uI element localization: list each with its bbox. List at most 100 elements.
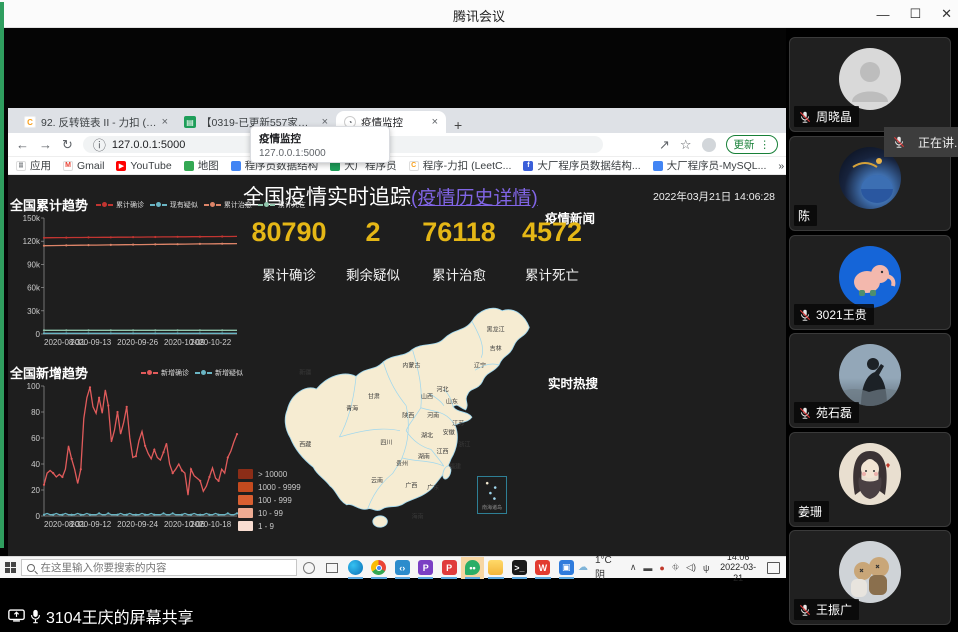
edge-icon[interactable]	[344, 557, 367, 579]
province-label: 贵州	[396, 459, 408, 468]
map-legend-item: 1 - 9	[238, 521, 301, 531]
bookmarks-bar: ⠿应用MGmail▶YouTube地图程序员数据结构大厂程序员C程序-力扣 (L…	[8, 157, 786, 175]
bookmark-doc-blue2[interactable]: 大厂程序员-MySQL...	[653, 158, 767, 173]
svg-text:2020-09-24: 2020-09-24	[117, 520, 158, 529]
youtube-icon: ▶	[116, 161, 126, 171]
legend-item[interactable]: 现有疑似	[150, 200, 198, 210]
bookmark-leetcode[interactable]: C程序-力扣 (LeetC...	[409, 158, 512, 173]
shared-screen-stage: C 92. 反转链表 II - 力扣 (LeetCod × ▤ 【0319-已更…	[0, 28, 786, 550]
bookmark-star-icon[interactable]: ☆	[680, 137, 692, 153]
province-label: 黑龙江	[487, 325, 505, 334]
cortana-icon[interactable]	[297, 557, 320, 579]
province-label: 甘肃	[368, 392, 380, 401]
legend-item[interactable]: 累计死亡	[258, 200, 306, 210]
tray-volume-icon[interactable]: ◁)	[686, 562, 696, 573]
close-button[interactable]: ✕	[941, 6, 952, 22]
share-icon[interactable]: ↗	[659, 137, 670, 153]
participant-name: 陈	[798, 207, 810, 224]
participant-name: 姜珊	[798, 503, 822, 520]
weather-cloud-icon: ☁	[578, 562, 588, 573]
bookmark-youtube[interactable]: ▶YouTube	[116, 160, 171, 172]
wps-icon[interactable]: W	[531, 557, 554, 579]
tray-network-icon[interactable]: ⛗	[672, 562, 679, 573]
tab-tooltip: 疫情监控 127.0.0.1:5000	[250, 126, 390, 163]
speaking-text: 正在讲...	[918, 134, 958, 151]
map-legend-item: 100 - 999	[238, 495, 301, 505]
bookmark-community[interactable]: f大厂程序员数据结构...	[523, 158, 640, 173]
tray-caret-icon[interactable]: ∧	[630, 562, 637, 573]
kebab-menu-icon[interactable]: ⋮	[760, 139, 771, 151]
province-label: 福建	[449, 461, 461, 470]
tray-usb-icon[interactable]: ψ	[703, 563, 709, 573]
tab-close-icon[interactable]: ×	[162, 116, 168, 128]
chrome-update-button[interactable]: 更新 ⋮	[726, 135, 779, 154]
province-label: 海南	[412, 512, 424, 521]
elephant-avatar	[839, 246, 901, 308]
province-label: 吉林	[490, 344, 502, 353]
chart-plot-area: 030k60k90k120k150k2020-08-312020-09-1320…	[10, 212, 243, 348]
map-legend-item: > 10000	[238, 469, 301, 479]
legend-item[interactable]: 新增疑似	[195, 368, 243, 378]
bookmark-gmail[interactable]: MGmail	[63, 160, 104, 172]
inset-label: 南海诸岛	[478, 504, 506, 511]
cartoon-girl-avatar	[839, 443, 901, 505]
sheets-favicon: ▤	[184, 116, 196, 128]
default-avatar	[839, 48, 901, 110]
profile-avatar-icon[interactable]	[702, 138, 716, 152]
tray-display-icon[interactable]: ▬	[643, 563, 652, 573]
tray-red-dot-icon[interactable]: ●	[659, 563, 664, 573]
taskbar-search[interactable]	[21, 559, 296, 576]
minimize-button[interactable]: —	[876, 7, 889, 22]
file-explorer-icon[interactable]	[484, 557, 507, 579]
province-label: 青海	[346, 404, 358, 413]
participant-tile-5[interactable]: 姜珊	[789, 432, 951, 527]
weather-text[interactable]: 1°C 阴	[595, 555, 623, 581]
bookmark-apps-grid[interactable]: ⠿应用	[16, 158, 51, 173]
province-label: 陕西	[402, 411, 414, 420]
svg-text:2020-09-26: 2020-09-26	[117, 338, 158, 347]
back-icon[interactable]: ←	[16, 137, 29, 152]
leetcode-icon: C	[409, 161, 419, 171]
legend-item[interactable]: 累计治愈	[204, 200, 252, 210]
bookmark-maps[interactable]: 地图	[184, 158, 219, 173]
province-label: 广西	[405, 481, 417, 490]
chart-legend: 新增确诊 新增疑似	[141, 368, 243, 378]
svg-text:80: 80	[31, 408, 40, 417]
legend-item[interactable]: 累计确诊	[96, 200, 144, 210]
mic-muted-icon	[798, 308, 812, 322]
stats-row: 80790累计确诊 2剩余疑似 76118累计治愈 4572累计死亡	[241, 217, 595, 284]
participant-name: 周晓晶	[816, 108, 852, 125]
task-view-icon[interactable]	[320, 557, 343, 579]
maps-icon	[184, 161, 194, 171]
tencent-meeting-icon[interactable]: ▣	[555, 557, 578, 579]
start-button[interactable]	[0, 562, 21, 573]
legend-item[interactable]: 新增确诊	[141, 368, 189, 378]
svg-text:20: 20	[31, 486, 40, 495]
stat-cured: 76118累计治愈	[409, 217, 509, 284]
action-center-icon[interactable]	[767, 562, 780, 574]
tab-close-icon[interactable]: ×	[432, 116, 438, 128]
ide-purple-icon[interactable]: P	[414, 557, 437, 579]
participant-tile-1[interactable]: 周晓晶	[789, 37, 951, 132]
mic-muted-icon	[798, 110, 812, 124]
tab-leetcode[interactable]: C 92. 反转链表 II - 力扣 (LeetCod ×	[16, 111, 176, 133]
vscode-icon[interactable]: ‹›	[391, 557, 414, 579]
participant-tile-6[interactable]: 王振广	[789, 530, 951, 625]
reload-icon[interactable]: ↻	[62, 137, 73, 153]
wechat-icon[interactable]: ••	[461, 557, 484, 579]
participant-tile-3[interactable]: 3021王贵	[789, 235, 951, 330]
chrome-icon[interactable]	[367, 557, 390, 579]
participant-tile-4[interactable]: 苑石磊	[789, 333, 951, 428]
forward-icon[interactable]: →	[39, 137, 52, 152]
windows-logo-icon	[5, 562, 16, 573]
history-detail-link[interactable]: (疫情历史详情)	[411, 188, 538, 209]
clock[interactable]: 14:06 2022-03-21	[716, 552, 759, 583]
terminal-icon[interactable]: >_	[508, 557, 531, 579]
maximize-button[interactable]: ☐	[909, 6, 921, 22]
site-info-icon[interactable]: ⓘ	[93, 135, 106, 154]
pycharm-icon[interactable]: P	[437, 557, 460, 579]
new-tab-button[interactable]: +	[454, 117, 462, 133]
chart-legend: 累计确诊 现有疑似 累计治愈 累计死亡	[96, 200, 306, 210]
bookmarks-overflow-icon[interactable]: »	[778, 160, 784, 172]
search-input[interactable]	[40, 562, 290, 574]
